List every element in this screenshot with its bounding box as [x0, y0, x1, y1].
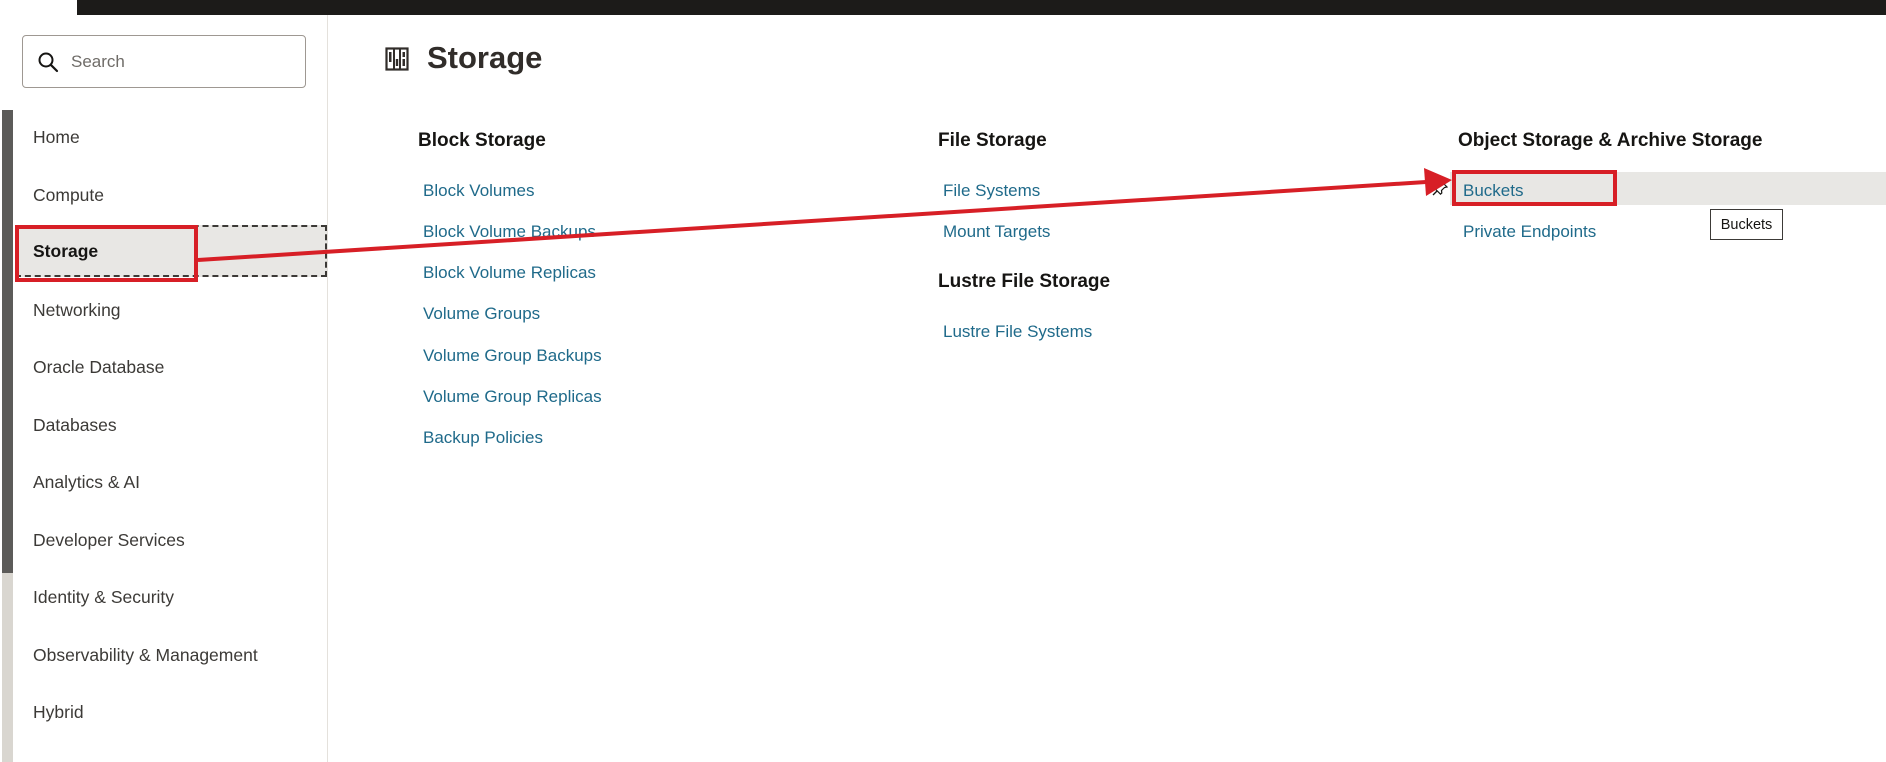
link-backup-policies[interactable]: Backup Policies: [423, 428, 543, 448]
sidebar-item-oracle-database[interactable]: Oracle Database: [17, 341, 325, 393]
sidebar-item-label: Hybrid: [33, 701, 84, 722]
link-private-endpoints[interactable]: Private Endpoints: [1463, 222, 1596, 242]
sidebar-item-label: Analytics & AI: [33, 471, 140, 492]
sidebar-item-databases[interactable]: Databases: [17, 399, 325, 451]
sidebar-scroll-thumb[interactable]: [2, 110, 13, 573]
pin-icon[interactable]: [1432, 180, 1448, 196]
top-bar: [77, 0, 1886, 15]
sidebar-item-compute[interactable]: Compute: [17, 169, 325, 221]
sidebar-item-networking[interactable]: Networking: [17, 284, 325, 336]
sidebar-item-analytics-ai[interactable]: Analytics & AI: [17, 456, 325, 508]
sidebar-item-label: Oracle Database: [33, 356, 165, 377]
link-volume-group-replicas[interactable]: Volume Group Replicas: [423, 387, 602, 407]
link-mount-targets[interactable]: Mount Targets: [943, 222, 1050, 242]
link-block-volume-replicas[interactable]: Block Volume Replicas: [423, 263, 596, 283]
sidebar-item-observability-management[interactable]: Observability & Management: [17, 629, 325, 681]
search-input[interactable]: [69, 50, 283, 73]
section-heading-file-storage: File Storage: [938, 130, 1047, 151]
search-icon: [38, 52, 59, 72]
sidebar-item-label: Home: [33, 126, 80, 147]
storage-grid-icon: [385, 47, 409, 71]
sidebar-item-hybrid[interactable]: Hybrid: [17, 686, 325, 738]
annotation-highlight-buckets: [1452, 170, 1617, 206]
link-lustre-file-systems[interactable]: Lustre File Systems: [943, 322, 1092, 342]
section-heading-lustre-file-storage: Lustre File Storage: [938, 271, 1111, 292]
sidebar-item-home[interactable]: Home: [17, 111, 325, 163]
link-volume-group-backups[interactable]: Volume Group Backups: [423, 346, 602, 366]
link-block-volume-backups[interactable]: Block Volume Backups: [423, 222, 596, 242]
annotation-highlight-storage: [15, 225, 198, 282]
sidebar-item-label: Compute: [33, 184, 105, 205]
sidebar-item-label: Networking: [33, 299, 121, 320]
sidebar-item-developer-services[interactable]: Developer Services: [17, 514, 325, 566]
sidebar-item-identity-security[interactable]: Identity & Security: [17, 571, 325, 623]
sidebar-item-label: Databases: [33, 414, 117, 435]
link-block-volumes[interactable]: Block Volumes: [423, 181, 535, 201]
sidebar-item-label: Observability & Management: [33, 644, 258, 665]
section-heading-block-storage: Block Storage: [418, 130, 546, 151]
sidebar-item-label: Developer Services: [33, 529, 185, 550]
link-file-systems[interactable]: File Systems: [943, 181, 1040, 201]
sidebar-item-label: Identity & Security: [33, 586, 175, 607]
section-heading-object-storage: Object Storage & Archive Storage: [1458, 130, 1763, 151]
tooltip: Buckets: [1710, 209, 1783, 240]
search-box[interactable]: [22, 35, 306, 88]
link-volume-groups[interactable]: Volume Groups: [423, 304, 540, 324]
page-title: Storage: [427, 40, 543, 75]
